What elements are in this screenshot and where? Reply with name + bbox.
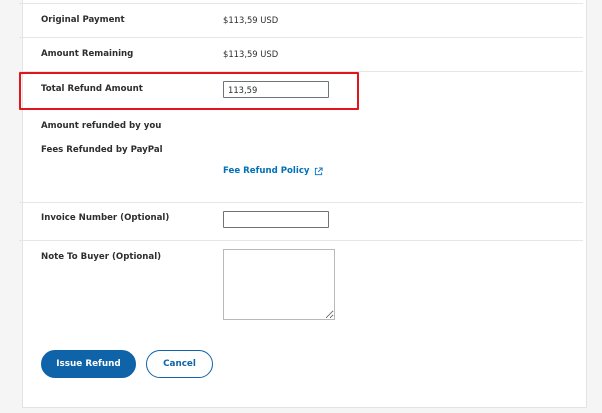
invoice-number-input[interactable]	[223, 211, 329, 228]
external-link-icon	[314, 166, 323, 175]
amount-remaining-label: Amount Remaining	[41, 49, 134, 59]
original-payment-label: Original Payment	[41, 15, 125, 25]
divider	[19, 240, 583, 241]
divider	[19, 3, 583, 4]
fee-refund-policy-text: Fee Refund Policy	[223, 166, 310, 176]
divider	[19, 202, 583, 203]
divider	[19, 37, 583, 38]
refund-form-card	[22, 0, 587, 408]
amount-refunded-by-you-label: Amount refunded by you	[41, 121, 162, 131]
cancel-button[interactable]: Cancel	[146, 350, 213, 378]
note-to-buyer-label: Note To Buyer (Optional)	[41, 252, 162, 262]
fees-refunded-label: Fees Refunded by PayPal	[41, 145, 163, 155]
divider	[19, 71, 583, 72]
total-refund-label: Total Refund Amount	[41, 84, 143, 94]
note-to-buyer-textarea[interactable]	[223, 249, 335, 320]
amount-remaining-value: $113,59 USD	[223, 49, 279, 59]
invoice-number-label: Invoice Number (Optional)	[41, 213, 170, 223]
fee-refund-policy-link[interactable]: Fee Refund Policy	[223, 166, 323, 176]
total-refund-input[interactable]	[223, 81, 329, 98]
issue-refund-button[interactable]: Issue Refund	[41, 350, 136, 378]
original-payment-value: $113,59 USD	[223, 15, 279, 25]
